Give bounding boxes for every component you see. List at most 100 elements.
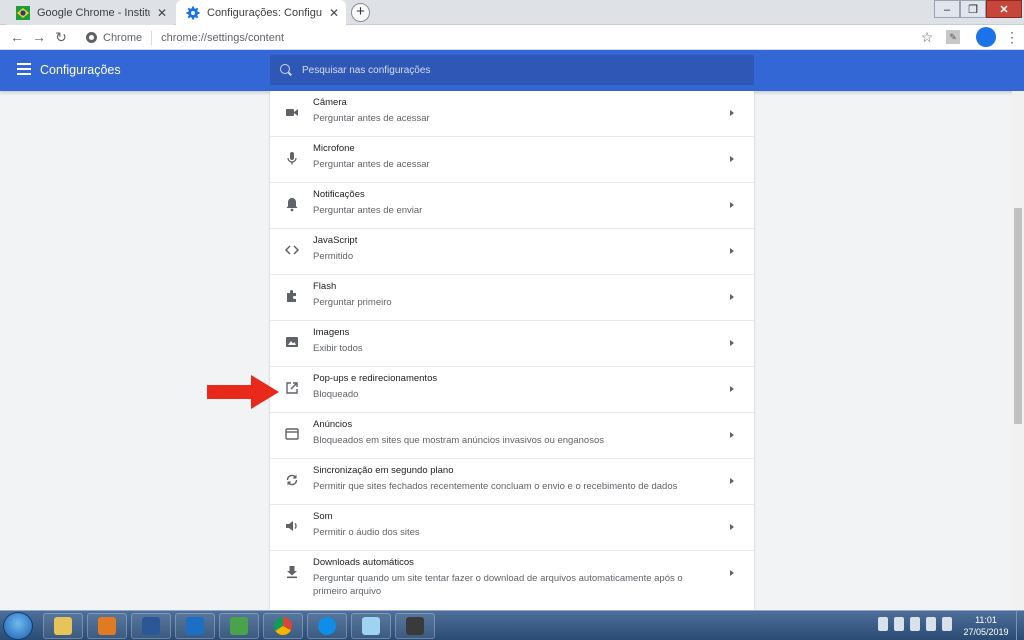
divider [151,30,153,45]
setting-row-flash[interactable]: Flash Perguntar primeiro [270,274,754,320]
setting-title: JavaScript [313,235,358,246]
camera-app-icon[interactable] [395,613,435,639]
setting-title: Microfone [313,143,355,154]
site-chip[interactable]: Chrome [76,32,142,44]
puzzle-icon [287,290,296,302]
setting-subtitle: Perguntar antes de acessar [313,159,430,170]
content-settings-card: Câmera Perguntar antes de acessar Microf… [270,91,754,610]
web-window-icon [285,428,299,440]
bell-icon [286,198,298,212]
setting-title: Anúncios [313,419,353,430]
outlook-icon[interactable] [175,613,215,639]
setting-row-javascript[interactable]: JavaScript Permitido [270,228,754,274]
media-player-icon[interactable] [87,613,127,639]
hamburger-icon[interactable] [17,63,31,75]
setting-row-auto-downloads[interactable]: Downloads automáticos Perguntar quando u… [270,550,754,610]
setting-title: Imagens [313,327,350,338]
setting-title: Downloads automáticos [313,557,414,568]
tab-strip: Google Chrome - Instituto Nacio ✕ Config… [0,0,1024,25]
setting-title: Som [313,511,333,522]
system-tray [878,617,952,631]
setting-title: Pop-ups e redirecionamentos [313,373,438,384]
reload-icon[interactable]: ↻ [52,28,70,46]
microphone-icon [287,152,297,165]
new-tab-button[interactable]: + [351,3,370,22]
chevron-right-icon [730,570,734,576]
settings-header: Configurações [0,50,1024,91]
scrollbar-thumb[interactable] [1014,208,1022,424]
close-icon[interactable]: ✕ [156,6,168,20]
chevron-right-icon [730,386,734,392]
chrome-icon[interactable] [263,613,303,639]
clock-date: 27/05/2019 [963,627,1009,637]
chevron-right-icon [730,248,734,254]
screen: Google Chrome - Instituto Nacio ✕ Config… [0,0,1024,640]
setting-subtitle: Exibir todos [313,343,363,354]
setting-row-background-sync[interactable]: Sincronização em segundo plano Permitir … [270,458,754,504]
tab-title: Configurações: Configurações d [207,6,322,19]
volume-icon[interactable] [942,617,952,631]
tab-google-chrome-info[interactable]: Google Chrome - Instituto Nacio ✕ [6,0,174,25]
chevron-right-icon [730,524,734,530]
chrome-logo-icon [86,32,97,43]
flag-icon [16,5,30,20]
setting-row-notifications[interactable]: Notificações Perguntar antes de enviar [270,182,754,228]
window-close-button[interactable]: ✕ [986,0,1022,18]
url-text[interactable]: chrome://settings/content [161,32,284,44]
tray-icon[interactable] [910,617,920,631]
setting-subtitle: Perguntar antes de acessar [313,113,430,124]
show-desktop-button[interactable] [1016,611,1024,640]
minimize-button[interactable]: ‒ [934,0,960,18]
tab-settings[interactable]: Configurações: Configurações d ✕ [176,0,346,25]
setting-subtitle: Permitido [313,251,354,262]
start-button[interactable] [3,612,33,640]
setting-subtitle: Bloqueado [313,389,359,400]
setting-row-popups[interactable]: Pop-ups e redirecionamentos Bloqueado [270,366,754,412]
word-icon[interactable] [131,613,171,639]
chevron-right-icon [730,202,734,208]
setting-row-microphone[interactable]: Microfone Perguntar antes de acessar [270,136,754,182]
back-icon[interactable]: ← [8,28,26,46]
close-icon[interactable]: ✕ [328,6,340,20]
tab-title: Google Chrome - Instituto Nacio [37,6,150,19]
notepad-icon[interactable] [351,613,391,639]
setting-row-sound[interactable]: Som Permitir o áudio dos sites [270,504,754,550]
chevron-right-icon [730,478,734,484]
address-bar[interactable]: Chrome chrome://settings/content [76,27,943,48]
search-box[interactable] [270,55,754,85]
open-in-new-icon [286,382,298,394]
setting-row-camera[interactable]: Câmera Perguntar antes de acessar [270,91,754,136]
page-title: Configurações [40,63,121,77]
setting-subtitle: Bloqueados em sites que mostram anúncios… [313,435,604,446]
setting-title: Câmera [313,97,347,108]
setting-title: Sincronização em segundo plano [313,465,454,476]
teamviewer-icon[interactable] [307,613,347,639]
pdf-extension-icon[interactable]: ✎ [946,30,960,44]
search-icon [280,64,292,76]
maximize-button[interactable]: ❐ [960,0,986,18]
browser-toolbar: ← → ↻ Chrome chrome://settings/content ☆… [0,25,1024,50]
setting-row-images[interactable]: Imagens Exibir todos [270,320,754,366]
setting-subtitle: Perguntar primeiro [313,297,392,308]
image-icon [286,337,298,347]
setting-subtitle: Permitir que sites fechados recentemente… [313,481,678,492]
forward-icon[interactable]: → [30,28,48,46]
vnc-icon[interactable] [219,613,259,639]
search-input[interactable] [302,64,702,76]
tray-icon[interactable] [878,617,888,631]
red-arrow-icon [207,375,279,409]
explorer-icon[interactable] [43,613,83,639]
setting-title: Notificações [313,189,365,200]
clock[interactable]: 11:01 27/05/2019 [958,614,1014,638]
tray-icon[interactable] [894,617,904,631]
star-icon[interactable]: ☆ [918,28,936,46]
speaker-icon [286,521,297,531]
setting-row-ads[interactable]: Anúncios Bloqueados em sites que mostram… [270,412,754,458]
menu-icon[interactable]: ⋮ [1003,28,1021,46]
network-icon[interactable] [926,617,936,631]
setting-subtitle: Permitir o áudio dos sites [313,527,420,538]
taskbar: 11:01 27/05/2019 [0,610,1024,640]
avatar[interactable] [976,27,996,47]
chevron-right-icon [730,340,734,346]
site-chip-label: Chrome [103,31,143,44]
